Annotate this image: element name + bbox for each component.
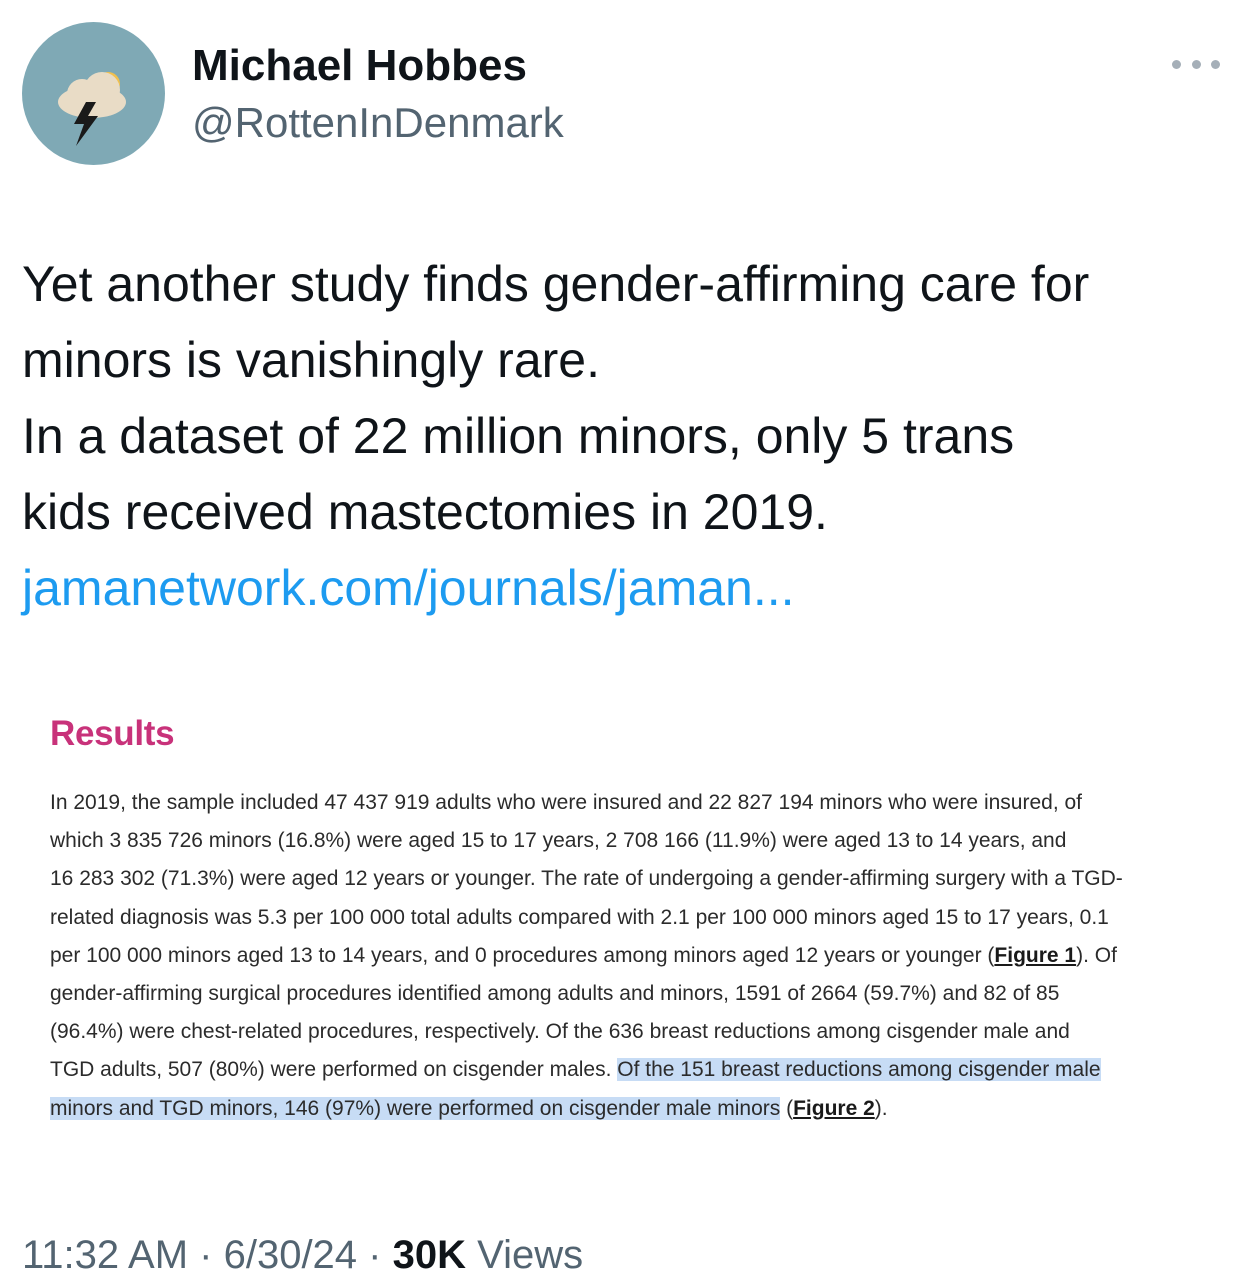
results-line: which 3 835 726 minors (16.8%) were aged… [50, 829, 1067, 853]
results-line: (96.4%) were chest-related procedures, r… [50, 1020, 1070, 1044]
results-line: 16 283 302 (71.3%) were aged 12 years or… [50, 867, 1123, 891]
avatar[interactable] [22, 22, 165, 165]
results-text: ( [780, 1096, 794, 1120]
tweet-line: minors is vanishingly rare. [22, 332, 600, 388]
views-count: 30K [392, 1233, 466, 1277]
more-dots-icon[interactable] [1168, 44, 1224, 84]
tweet-meta: 11:32 AM · 6/30/24 · 30K Views [22, 1230, 583, 1280]
tweet-line: In a dataset of 22 million minors, only … [22, 408, 1015, 464]
meta-separator: · [357, 1233, 393, 1277]
results-text: TGD adults, 507 (80%) were performed on … [50, 1058, 618, 1082]
results-line: gender-affirming surgical procedures ide… [50, 982, 1060, 1006]
storm-cloud-icon [58, 72, 126, 146]
results-line: minors and TGD minors, 146 (97%) were pe… [50, 1090, 1200, 1128]
results-line: In 2019, the sample included 47 437 919 … [50, 791, 1083, 814]
meta-separator: · [188, 1233, 224, 1277]
views-label: Views [466, 1233, 584, 1277]
highlighted-text: minors and TGD minors, 146 (97%) were pe… [50, 1096, 781, 1120]
results-line: related diagnosis was 5.3 per 100 000 to… [50, 905, 1109, 929]
figure-2-link[interactable]: Figure 2 [793, 1097, 875, 1120]
tweet-line: Yet another study finds gender-affirming… [22, 256, 1090, 312]
results-heading: Results [50, 714, 175, 753]
highlighted-text: Of the 151 breast reductions among cisge… [617, 1058, 1101, 1082]
more-dot [1211, 59, 1220, 69]
results-line: TGD adults, 507 (80%) were performed on … [50, 1051, 1200, 1089]
tweet-time[interactable]: 11:32 AM [22, 1233, 188, 1277]
figure-1-link[interactable]: Figure 1 [994, 944, 1076, 967]
results-text: ). Of [1076, 943, 1117, 967]
results-paragraph: In 2019, the sample included 47 437 919 … [50, 784, 1200, 1128]
more-dot [1172, 59, 1181, 69]
more-dot [1191, 59, 1201, 69]
tweet-text: Yet another study finds gender-affirming… [22, 246, 1232, 626]
results-text: ). [874, 1096, 888, 1120]
author-name[interactable]: Michael Hobbes [192, 40, 527, 92]
results-line: per 100 000 minors aged 13 to 14 years, … [50, 937, 1200, 975]
author-handle[interactable]: @RottenInDenmark [192, 98, 564, 148]
tweet-date[interactable]: 6/30/24 [224, 1233, 357, 1277]
embedded-image[interactable]: Results In 2019, the sample included 47 … [50, 712, 1200, 1120]
results-text: per 100 000 minors aged 13 to 14 years, … [50, 943, 995, 967]
tweet-line: kids received mastectomies in 2019. [22, 484, 828, 540]
tweet-link[interactable]: jamanetwork.com/journals/jaman... [22, 550, 1232, 626]
